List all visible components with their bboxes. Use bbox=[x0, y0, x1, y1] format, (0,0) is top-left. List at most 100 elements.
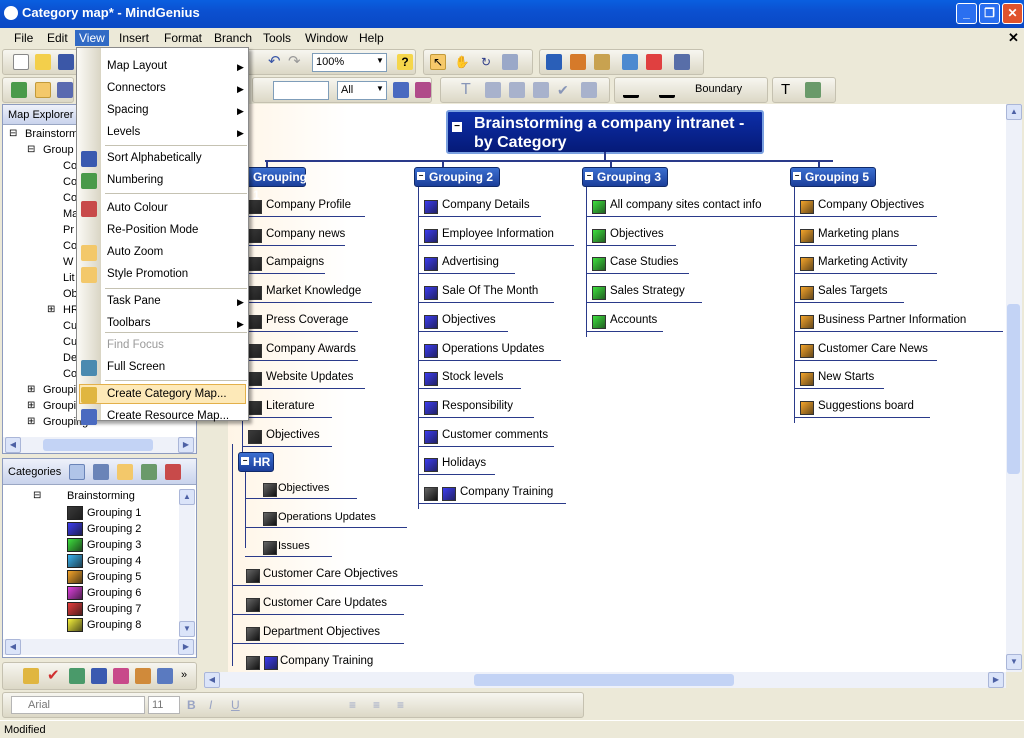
collapse-icon[interactable]: − bbox=[417, 172, 425, 180]
tree-item[interactable]: Cu bbox=[63, 336, 77, 348]
level-select[interactable]: All ▼ bbox=[337, 81, 387, 100]
map-canvas[interactable]: − Brainstorming a company intranet - by … bbox=[228, 104, 1006, 672]
font-select[interactable]: Arial bbox=[11, 696, 145, 714]
topic-node[interactable]: Advertising bbox=[442, 256, 499, 268]
category-filter-icon[interactable] bbox=[117, 464, 133, 480]
magnify-icon[interactable] bbox=[502, 54, 518, 70]
list-layout-icon[interactable] bbox=[57, 82, 73, 98]
highlighter-icon[interactable] bbox=[415, 82, 431, 98]
category-item[interactable]: Grouping 1 bbox=[87, 507, 141, 519]
category-item[interactable]: Grouping 8 bbox=[87, 619, 141, 631]
notes-icon[interactable] bbox=[157, 668, 173, 684]
menu-insert[interactable]: Insert bbox=[115, 30, 153, 46]
category-tree-icon[interactable] bbox=[141, 464, 157, 480]
tree-item[interactable]: De bbox=[63, 352, 77, 364]
map-layout-icon[interactable] bbox=[11, 82, 27, 98]
topic-node[interactable]: Operations Updates bbox=[278, 511, 376, 523]
menu-item[interactable]: Auto Colour bbox=[107, 202, 168, 214]
align-center-icon[interactable]: ≡ bbox=[373, 698, 389, 714]
topic-node[interactable]: Department Objectives bbox=[263, 626, 380, 638]
topic-node[interactable]: Campaigns bbox=[266, 256, 324, 268]
topic-node[interactable]: Objectives bbox=[610, 228, 664, 240]
check-icon[interactable]: ✔ bbox=[557, 82, 573, 98]
tree-item[interactable]: Co bbox=[63, 240, 77, 252]
topic-node[interactable]: Company Profile bbox=[266, 199, 351, 211]
tree-view-icon[interactable] bbox=[93, 464, 109, 480]
powerpoint-icon[interactable] bbox=[570, 54, 586, 70]
scroll-left-icon[interactable]: ◀ bbox=[204, 672, 220, 688]
undo-icon[interactable]: ↶ bbox=[268, 54, 284, 70]
expand-icon[interactable]: ⊞ bbox=[27, 416, 35, 427]
horizontal-scrollbar[interactable]: ◀ ▶ bbox=[3, 437, 196, 453]
category-item[interactable]: Grouping 3 bbox=[87, 539, 141, 551]
topic-node[interactable]: Customer Care Objectives bbox=[263, 568, 398, 580]
org-chart-icon[interactable] bbox=[35, 82, 51, 98]
scroll-right-icon[interactable]: ▶ bbox=[178, 437, 194, 453]
collapse-icon[interactable]: − bbox=[452, 122, 462, 132]
menu-item[interactable]: Toolbars bbox=[107, 317, 150, 329]
menu-item[interactable]: Find Focus bbox=[107, 339, 164, 351]
grid-view-icon[interactable] bbox=[69, 464, 85, 480]
collapse-icon[interactable]: − bbox=[585, 172, 593, 180]
scroll-down-icon[interactable]: ▼ bbox=[179, 621, 195, 637]
filter-icon[interactable] bbox=[393, 82, 409, 98]
topic-node[interactable]: Customer Care News bbox=[818, 343, 928, 355]
menu-item[interactable]: Sort Alphabetically bbox=[107, 152, 202, 164]
pointer-icon[interactable]: ↖ bbox=[430, 54, 446, 70]
menu-item[interactable]: Spacing bbox=[107, 104, 149, 116]
category-root[interactable]: Brainstorming bbox=[67, 490, 135, 502]
topic-node[interactable]: Objectives bbox=[266, 429, 320, 441]
menu-item[interactable]: Create Resource Map... bbox=[107, 410, 229, 422]
mdi-close-icon[interactable]: ✕ bbox=[1008, 30, 1019, 46]
topic-node[interactable]: Holidays bbox=[442, 457, 486, 469]
category-hscrollbar[interactable]: ◀ ▶ bbox=[3, 639, 196, 655]
topic-node[interactable]: Issues bbox=[278, 540, 310, 552]
menu-item[interactable]: Re-Position Mode bbox=[107, 224, 198, 236]
minimize-button[interactable]: _ bbox=[956, 3, 977, 24]
tree-item[interactable]: Brainstorm bbox=[25, 128, 78, 140]
menu-file[interactable]: File bbox=[10, 30, 37, 46]
align-right-icon[interactable]: ≡ bbox=[397, 698, 413, 714]
more-icon[interactable]: » bbox=[181, 669, 187, 681]
hr-header[interactable]: − HR bbox=[238, 452, 274, 472]
menu-item[interactable]: Levels bbox=[107, 126, 140, 138]
expand-icon[interactable]: ⊞ bbox=[27, 384, 35, 395]
menu-edit[interactable]: Edit bbox=[43, 30, 72, 46]
tree-item[interactable]: Cu bbox=[63, 320, 77, 332]
maximize-button[interactable]: ❐ bbox=[979, 3, 1000, 24]
topic-node[interactable]: Case Studies bbox=[610, 256, 678, 268]
web-icon[interactable] bbox=[622, 54, 638, 70]
collapse-icon[interactable]: − bbox=[793, 172, 801, 180]
vertical-scrollbar[interactable]: ▲ ▼ bbox=[179, 489, 195, 637]
topic-node[interactable]: Objectives bbox=[442, 314, 496, 326]
italic-icon[interactable]: I bbox=[209, 698, 225, 714]
key-icon[interactable] bbox=[23, 668, 39, 684]
menu-item[interactable]: Style Promotion bbox=[107, 268, 188, 280]
topic-node[interactable]: Suggestions board bbox=[818, 400, 914, 412]
collapse-icon[interactable]: ⊟ bbox=[33, 490, 41, 501]
tree-item[interactable]: Pr bbox=[63, 224, 74, 236]
scroll-right-icon[interactable]: ▶ bbox=[988, 672, 1004, 688]
category-item[interactable]: Grouping 2 bbox=[87, 523, 141, 535]
image-icon[interactable] bbox=[805, 82, 821, 98]
topic-node[interactable]: Marketing plans bbox=[818, 228, 899, 240]
topic-node[interactable]: Market Knowledge bbox=[266, 285, 361, 297]
scroll-thumb[interactable] bbox=[43, 439, 153, 451]
filter-input[interactable] bbox=[273, 81, 329, 100]
align-left-icon[interactable]: ≡ bbox=[349, 698, 365, 714]
close-button[interactable]: ✕ bbox=[1002, 3, 1023, 24]
pen-icon[interactable] bbox=[91, 668, 107, 684]
zoom-select[interactable]: 100% ▼ bbox=[312, 53, 387, 72]
topic-node[interactable]: Sales Strategy bbox=[610, 285, 685, 297]
fill-color-icon[interactable] bbox=[659, 82, 675, 98]
topic-node[interactable]: Responsibility bbox=[442, 400, 513, 412]
link-icon[interactable] bbox=[581, 82, 597, 98]
central-topic[interactable]: − Brainstorming a company intranet - by … bbox=[446, 110, 764, 154]
menu-help[interactable]: Help bbox=[355, 30, 388, 46]
topic-node[interactable]: Website Updates bbox=[266, 371, 353, 383]
pen-icon[interactable] bbox=[509, 82, 525, 98]
group-header[interactable]: − Grouping 2 bbox=[414, 167, 500, 187]
topic-node[interactable]: Operations Updates bbox=[442, 343, 544, 355]
menu-branch[interactable]: Branch bbox=[210, 30, 256, 46]
category-item[interactable]: Grouping 6 bbox=[87, 587, 141, 599]
